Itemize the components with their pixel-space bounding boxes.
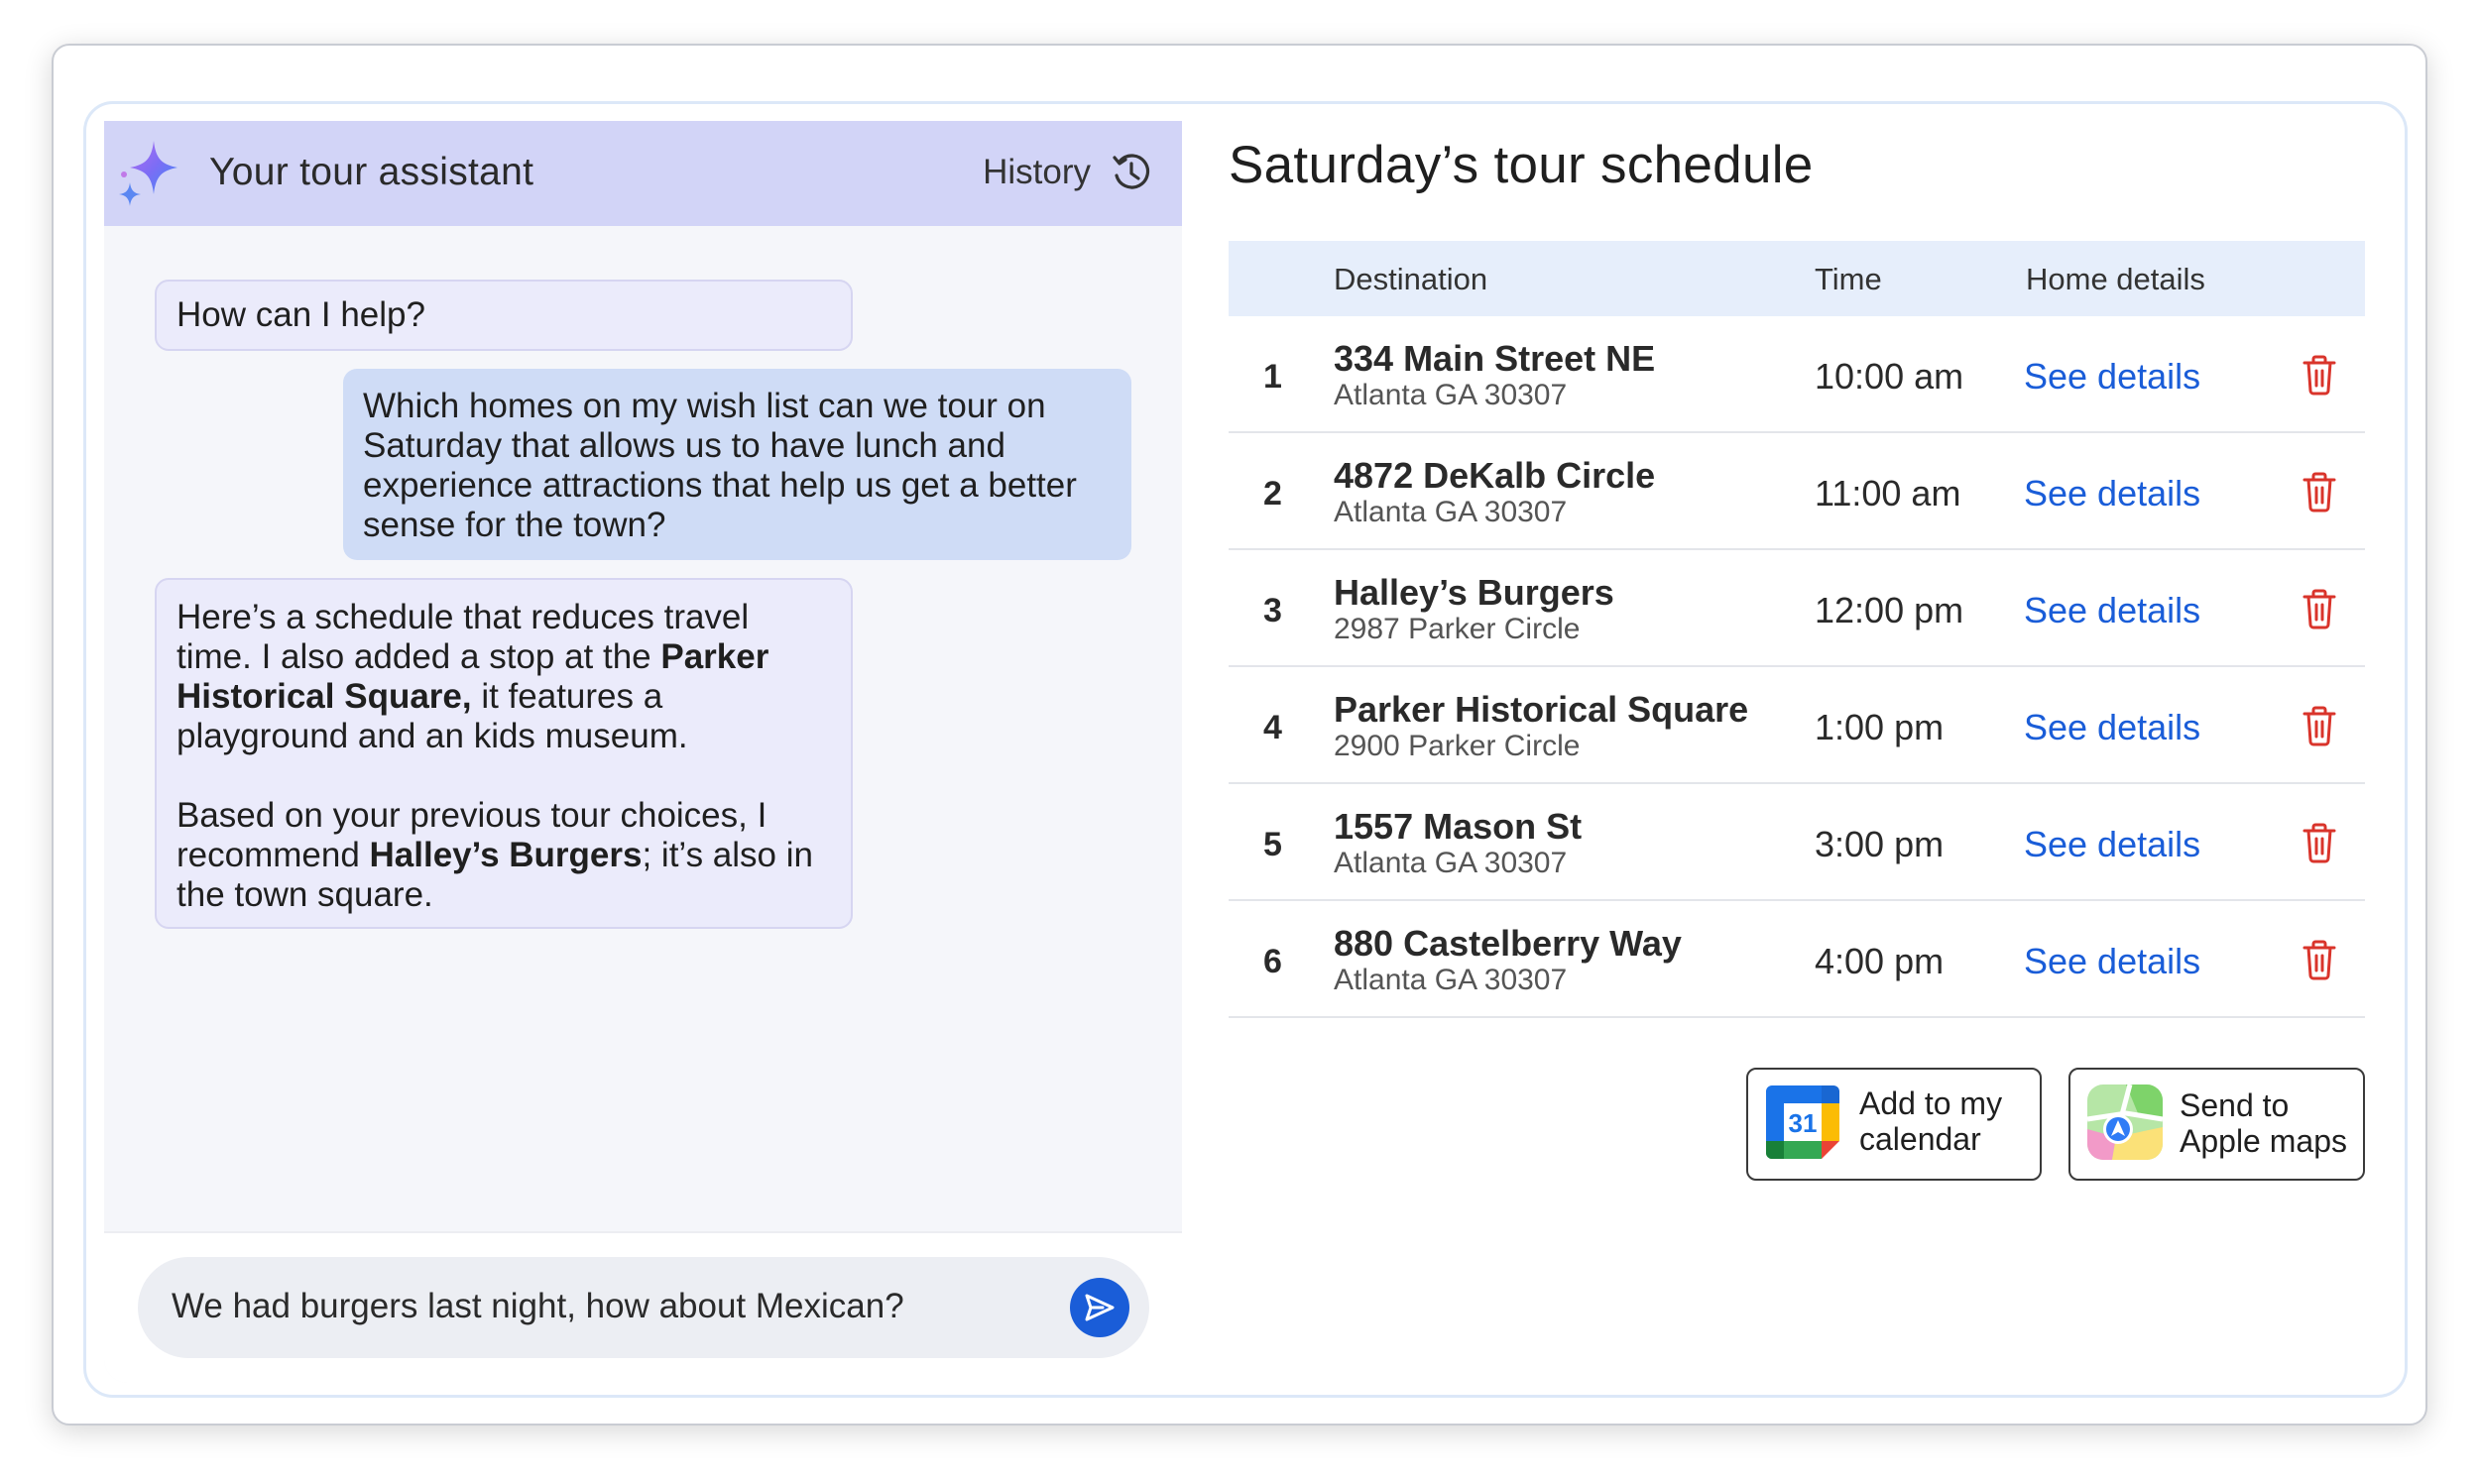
destination-name: 880 Castelberry Way	[1334, 923, 1682, 964]
user-message: Which homes on my wish list can we tour …	[343, 369, 1131, 560]
stop-number: 4	[1263, 709, 1282, 746]
table-row: 4 Parker Historical Square 2900 Parker Cir…	[1229, 667, 2365, 784]
see-details-link[interactable]: See details	[2024, 590, 2200, 631]
see-details-link[interactable]: See details	[2024, 707, 2200, 748]
tour-time: 10:00 am	[1815, 356, 1964, 397]
destination-address: Atlanta GA 30307	[1334, 379, 1568, 411]
tour-time: 1:00 pm	[1815, 707, 1945, 747]
destination-address: Atlanta GA 30307	[1334, 964, 1568, 996]
table-row: 1 334 Main Street NE Atlanta GA 30307 10:00…	[1229, 316, 2365, 433]
column-header-destination: Destination	[1334, 262, 1488, 296]
message-paragraph: Based on your previous tour choices, I r…	[177, 796, 813, 914]
send-button[interactable]	[1070, 1278, 1129, 1337]
see-details-link[interactable]: See details	[2024, 824, 2200, 865]
trash-icon[interactable]	[2302, 822, 2337, 863]
tour-time: 11:00 am	[1815, 473, 1961, 514]
destination-name: 1557 Mason St	[1334, 806, 1583, 847]
google-calendar-icon: 31	[1766, 1085, 1839, 1159]
apple-maps-icon	[2086, 1084, 2164, 1160]
destination-address: 2900 Parker Circle	[1334, 730, 1581, 762]
assistant-message: How can I help?	[155, 280, 853, 351]
assistant-message: Here’s a schedule that reduces travel ti…	[155, 578, 853, 929]
tour-time: 4:00 pm	[1815, 941, 1945, 981]
tour-time: 3:00 pm	[1815, 824, 1945, 864]
destination-name: Halley’s Burgers	[1334, 572, 1614, 613]
sparkle-icon	[119, 141, 177, 206]
trash-icon[interactable]	[2302, 471, 2337, 513]
column-header-home-details: Home details	[2026, 262, 2205, 296]
chat-header: Your tour assistant History	[104, 121, 1182, 226]
trash-icon[interactable]	[2302, 939, 2337, 980]
destination-name: 4872 DeKalb Circle	[1334, 455, 1656, 496]
destination-name: 334 Main Street NE	[1334, 338, 1656, 379]
chat-panel: Your tour assistant History How can I he…	[104, 121, 1182, 1383]
schedule-table: Destination Time Home details 1 334 Main …	[1229, 241, 2365, 1018]
send-icon	[1085, 1294, 1115, 1321]
tour-time: 12:00 pm	[1815, 590, 1964, 630]
see-details-link[interactable]: See details	[2024, 473, 2200, 514]
table-row: 2 4872 DeKalb Circle Atlanta GA 30307 11:00…	[1229, 433, 2365, 550]
table-row: 3 Halley’s Burgers 2987 Parker Circle 12:00…	[1229, 550, 2365, 667]
column-header-time: Time	[1815, 262, 1882, 296]
maps-button-label: Send to Apple maps	[2180, 1087, 2347, 1159]
table-row: 5 1557 Mason St Atlanta GA 30307 3:00 pm See…	[1229, 784, 2365, 901]
destination-address: 2987 Parker Circle	[1334, 613, 1581, 645]
schedule-title: Saturday’s tour schedule	[1229, 136, 1814, 194]
message-paragraph: Here’s a schedule that reduces travel ti…	[177, 598, 769, 755]
history-icon	[1113, 154, 1150, 189]
history-label: History	[983, 153, 1091, 191]
destination-name: Parker Historical Square	[1334, 689, 1749, 730]
chat-input[interactable]	[172, 1287, 1044, 1326]
svg-text:31: 31	[1789, 1108, 1818, 1138]
history-button[interactable]: History	[983, 143, 1152, 202]
table-header: Destination Time Home details	[1229, 241, 2365, 316]
chat-input-pill	[138, 1257, 1149, 1358]
bold-place-name: Halley’s Burgers	[369, 836, 643, 874]
stop-number: 3	[1263, 592, 1282, 629]
chat-input-area	[104, 1231, 1182, 1383]
see-details-link[interactable]: See details	[2024, 941, 2200, 982]
calendar-button-label: Add to my calendar	[1859, 1085, 2003, 1157]
table-row: 6 880 Castelberry Way Atlanta GA 30307 4:00…	[1229, 901, 2365, 1018]
send-to-apple-maps-button[interactable]: Send to Apple maps	[2068, 1068, 2365, 1181]
add-to-calendar-button[interactable]: 31 Add to my calendar	[1746, 1068, 2042, 1181]
trash-icon[interactable]	[2302, 588, 2337, 629]
stop-number: 6	[1263, 943, 1282, 980]
trash-icon[interactable]	[2302, 354, 2337, 396]
chat-title: Your tour assistant	[209, 151, 534, 193]
stop-number: 1	[1263, 358, 1282, 396]
destination-address: Atlanta GA 30307	[1334, 847, 1568, 879]
trash-icon[interactable]	[2302, 705, 2337, 746]
see-details-link[interactable]: See details	[2024, 356, 2200, 398]
destination-address: Atlanta GA 30307	[1334, 496, 1568, 528]
stop-number: 2	[1263, 475, 1282, 513]
stop-number: 5	[1263, 826, 1282, 863]
